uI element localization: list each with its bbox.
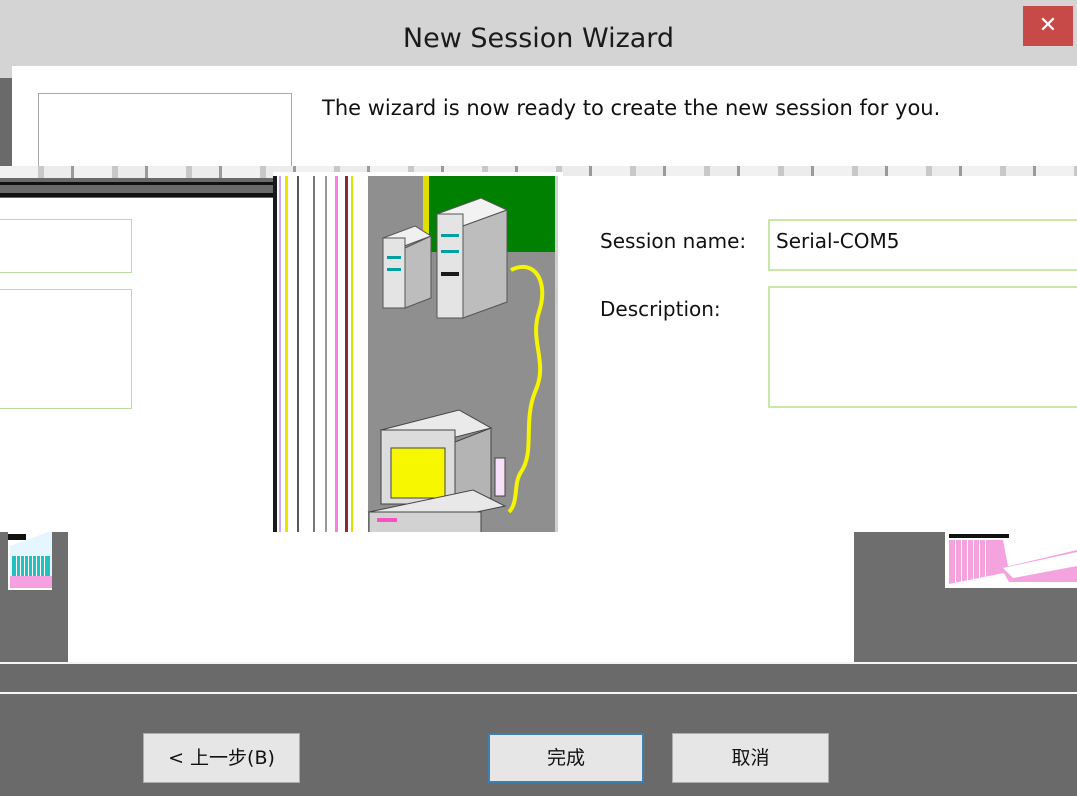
close-icon: ✕ xyxy=(1038,13,1058,38)
wizard-illustration xyxy=(273,172,563,534)
ghost-input-box xyxy=(0,219,132,273)
render-glitch-graphic xyxy=(893,532,1077,592)
session-name-input[interactable]: Serial-COM5 xyxy=(768,219,1077,271)
render-glitch-area xyxy=(0,664,1077,692)
ghost-textarea-box xyxy=(0,289,132,409)
render-glitch-graphic xyxy=(0,532,68,662)
render-glitch-line xyxy=(0,193,275,197)
cancel-button[interactable]: 取消 xyxy=(672,733,829,783)
render-glitch-line xyxy=(0,182,275,185)
close-button[interactable]: ✕ xyxy=(1023,6,1073,46)
render-glitch-area xyxy=(68,532,854,662)
session-name-label: Session name: xyxy=(600,229,747,253)
back-button[interactable]: < 上一步(B) xyxy=(143,733,300,783)
ready-message: The wizard is now ready to create the ne… xyxy=(322,96,941,120)
header-image-frame xyxy=(38,93,292,170)
finish-button[interactable]: 完成 xyxy=(488,733,644,783)
description-label: Description: xyxy=(600,297,721,321)
description-textarea[interactable] xyxy=(768,286,1077,408)
